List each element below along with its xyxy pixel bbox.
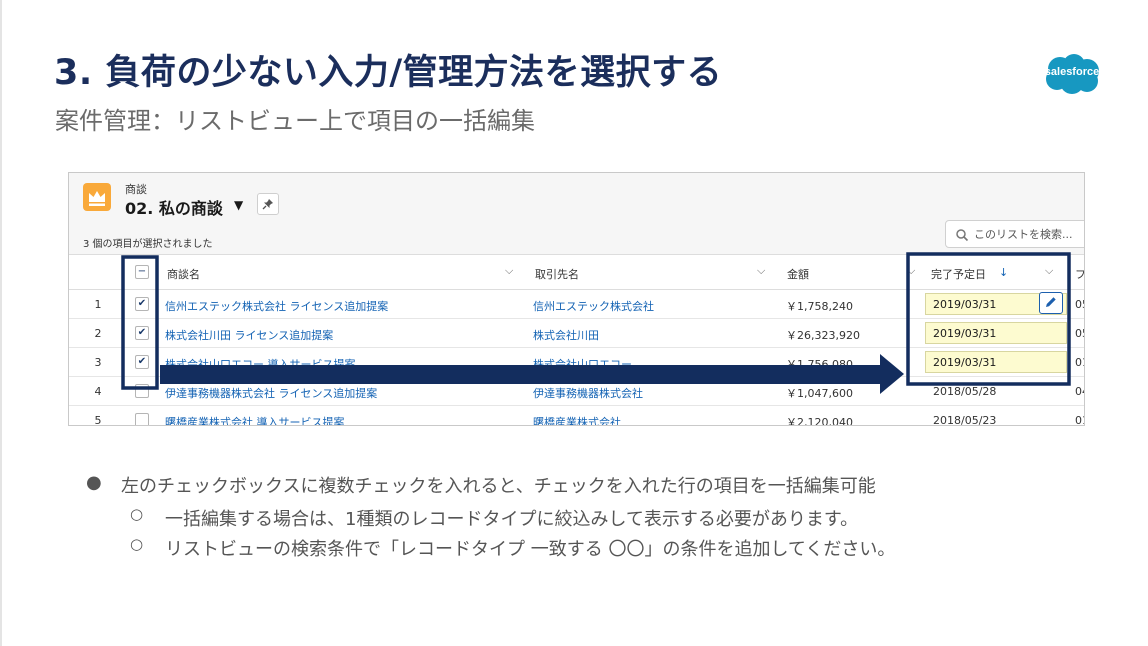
table-row: 4 伊達事務機器株式会社 ライセンス追加提案 伊達事務機器株式会社 ￥1,047… <box>69 377 1084 406</box>
slide-title: 3. 負荷の少ない入力/管理方法を選択する <box>54 53 723 93</box>
row-number: 5 <box>94 414 102 426</box>
row-checkbox[interactable]: ✔ <box>135 326 149 340</box>
close-date-value: 2019/03/31 <box>933 327 997 340</box>
sub-bullet-circle-icon: ○ <box>130 505 144 523</box>
next-column-cell: 01 <box>1075 356 1084 369</box>
amount-cell: ￥1,756,080 <box>786 358 853 371</box>
caret-down-icon[interactable]: ▼ <box>234 198 243 212</box>
column-header-label: フ <box>1075 268 1085 281</box>
close-date-edit-cell[interactable]: 2019/03/31 <box>925 351 1067 373</box>
sub-bullet-text: リストビューの検索条件で「レコードタイプ 一致する 〇〇」の条件を追加してくださ… <box>165 539 896 560</box>
list-view-header: 商談 02. 私の商談 ▼ 3 個の項目が選択されました <box>69 173 1084 255</box>
close-date-value: 2019/03/31 <box>933 298 997 311</box>
account-link[interactable]: 伊達事務機器株式会社 <box>533 385 643 401</box>
next-column-cell: 01 <box>1075 414 1084 426</box>
chevron-down-icon[interactable]: ⌵ <box>757 264 765 278</box>
amount-cell: ￥2,120,040 <box>786 416 853 426</box>
chevron-down-icon[interactable]: ⌵ <box>505 264 513 278</box>
column-header-next[interactable]: フ <box>1069 255 1085 290</box>
next-column-cell: 04 <box>1075 385 1084 398</box>
row-checkbox[interactable] <box>135 413 149 425</box>
table-row: 2 ✔ 株式会社川田 ライセンス追加提案 株式会社川田 ￥26,323,920 … <box>69 319 1084 348</box>
bullet-dot-icon: ● <box>86 472 102 493</box>
opportunity-link[interactable]: 伊達事務機器株式会社 ライセンス追加提案 <box>165 385 377 401</box>
amount-cell: ￥26,323,920 <box>786 329 860 342</box>
row-number: 1 <box>94 298 102 311</box>
opportunity-link[interactable]: 株式会社川田 ライセンス追加提案 <box>165 327 333 343</box>
column-header-opportunity[interactable]: 商談名 ⌵ <box>159 255 527 290</box>
chevron-down-icon[interactable]: ⌵ <box>1045 264 1053 278</box>
pin-button[interactable] <box>257 193 279 215</box>
account-link[interactable]: 株式会社川田 <box>533 327 599 343</box>
selected-count-text: 3 個の項目が選択されました <box>83 239 213 250</box>
slide-subtitle: 案件管理：リストビュー上で項目の一括編集 <box>55 107 535 135</box>
select-all-column-header: − <box>69 255 159 290</box>
list-view-name[interactable]: 02. 私の商談 <box>125 195 223 219</box>
sub-bullet-circle-icon: ○ <box>130 535 144 553</box>
slide-left-edge <box>0 0 2 646</box>
row-number: 2 <box>94 327 102 340</box>
row-checkbox[interactable]: ✔ <box>135 355 149 369</box>
column-header-label: 金額 <box>787 268 809 281</box>
sort-arrow-icon: ↓ <box>999 266 1009 279</box>
edit-pencil-button[interactable] <box>1039 292 1063 314</box>
close-date-value: 2019/03/31 <box>933 356 997 369</box>
chevron-down-icon[interactable]: ⌵ <box>907 264 915 278</box>
row-checkbox[interactable] <box>135 384 149 398</box>
close-date-edit-cell[interactable]: 2019/03/31 <box>925 322 1067 344</box>
close-date-edit-cell[interactable]: 2019/03/31 <box>925 292 1067 315</box>
pencil-icon <box>1046 297 1056 307</box>
table-row: 5 曙橋産業株式会社 導入サービス提案 曙橋産業株式会社 ￥2,120,040 … <box>69 406 1084 426</box>
column-header-amount[interactable]: 金額 ⌵ <box>779 255 923 290</box>
amount-cell: ￥1,047,600 <box>786 387 853 400</box>
bullet-text: 左のチェックボックスに複数チェックを入れると、チェックを入れた行の項目を一括編集… <box>121 476 876 497</box>
opportunity-link[interactable]: 株式会社山口エコー 導入サービス提案 <box>165 356 356 372</box>
sub-bullet-text: 一括編集する場合は、1種類のレコードタイプに絞込みして表示する必要があります。 <box>165 509 859 530</box>
search-icon <box>956 229 969 242</box>
list-search-box[interactable] <box>945 220 1084 248</box>
row-number: 4 <box>94 385 102 398</box>
crown-icon <box>83 183 111 211</box>
row-checkbox[interactable]: ✔ <box>135 297 149 311</box>
column-header-close-date[interactable]: 完了予定日 ↓ ⌵ <box>923 255 1069 290</box>
list-view-screenshot: 商談 02. 私の商談 ▼ 3 個の項目が選択されました − 商談名 ⌵ 取引先… <box>68 172 1085 426</box>
column-header-label: 取引先名 <box>535 268 579 281</box>
opportunity-link[interactable]: 信州エステック株式会社 ライセンス追加提案 <box>165 298 388 314</box>
column-header-label: 完了予定日 <box>931 268 986 281</box>
amount-cell: ￥1,758,240 <box>786 300 853 313</box>
salesforce-logo: salesforce <box>1040 52 1104 96</box>
opportunity-link[interactable]: 曙橋産業株式会社 導入サービス提案 <box>165 414 345 425</box>
close-date-cell: 2018/05/23 <box>933 414 997 426</box>
table-row: 3 ✔ 株式会社山口エコー 導入サービス提案 株式会社山口エコー ￥1,756,… <box>69 348 1084 377</box>
column-header-account[interactable]: 取引先名 ⌵ <box>527 255 779 290</box>
account-link[interactable]: 信州エステック株式会社 <box>533 298 654 314</box>
account-link[interactable]: 株式会社山口エコー <box>533 356 632 372</box>
table-row: 1 ✔ 信州エステック株式会社 ライセンス追加提案 信州エステック株式会社 ￥1… <box>69 290 1084 319</box>
select-all-checkbox[interactable]: − <box>135 265 149 279</box>
close-date-cell: 2018/05/28 <box>933 385 997 398</box>
account-link[interactable]: 曙橋産業株式会社 <box>533 414 621 425</box>
pin-icon <box>262 199 273 210</box>
salesforce-logo-text: salesforce <box>1044 66 1100 78</box>
list-search-input[interactable] <box>974 226 1084 243</box>
next-column-cell: 05 <box>1075 298 1084 311</box>
next-column-cell: 05 <box>1075 327 1084 340</box>
row-number: 3 <box>94 356 102 369</box>
column-header-label: 商談名 <box>167 268 200 281</box>
